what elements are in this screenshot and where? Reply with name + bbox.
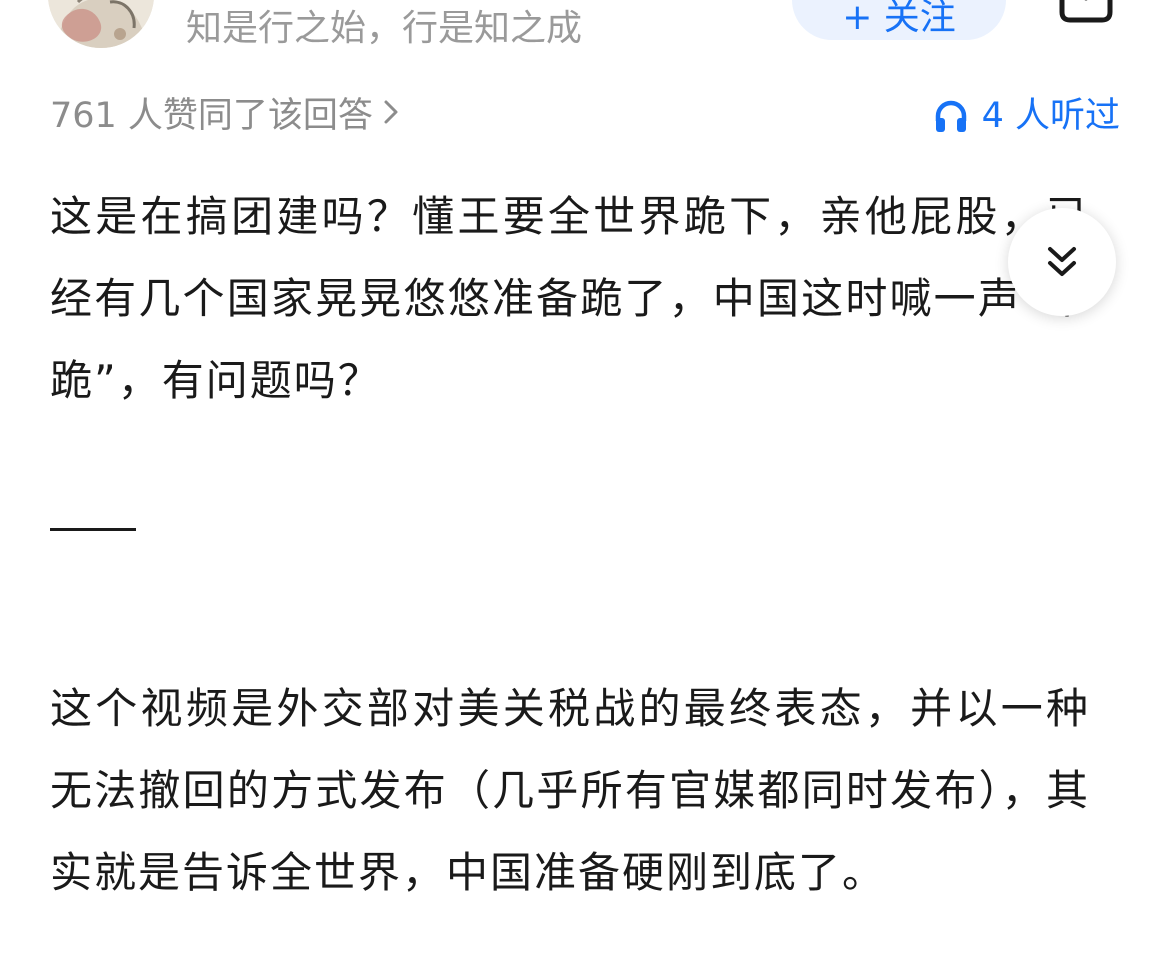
- follow-button-label: + 关注: [842, 0, 956, 38]
- collapse-answer-button[interactable]: [1008, 208, 1116, 316]
- headphones-icon: [935, 100, 966, 132]
- double-chevron-down-icon: [1048, 247, 1076, 276]
- chevron-right-icon: [383, 90, 399, 138]
- answer-content: 这是在搞团建吗？懂王要全世界跪下，亲他屁股，已经有几个国家晃晃悠悠准备跪了，中国…: [50, 176, 1090, 914]
- answer-paragraph: 这个视频是外交部对美关税战的最终表态，并以一种无法撤回的方式发布（几乎所有官媒都…: [50, 684, 1090, 897]
- share-button[interactable]: [1058, 0, 1114, 24]
- listened-count-text: 4 人听过: [981, 96, 1120, 136]
- author-bio: 知是行之始，行是知之成: [186, 8, 583, 49]
- horizontal-divider: [50, 528, 136, 531]
- follow-button[interactable]: + 关注: [792, 0, 1006, 40]
- divider-block: [50, 422, 1090, 668]
- votes-summary-link[interactable]: 761 人赞同了该回答: [50, 92, 399, 141]
- listen-button[interactable]: 4 人听过: [934, 92, 1120, 140]
- avatar-image: [48, 0, 154, 48]
- author-avatar[interactable]: [48, 0, 154, 48]
- votes-count-text: 761 人赞同了该回答: [50, 96, 373, 136]
- share-icon: [1059, 0, 1113, 23]
- answer-paragraph: 这是在搞团建吗？懂王要全世界跪下，亲他屁股，已经有几个国家晃晃悠悠准备跪了，中国…: [50, 192, 1090, 405]
